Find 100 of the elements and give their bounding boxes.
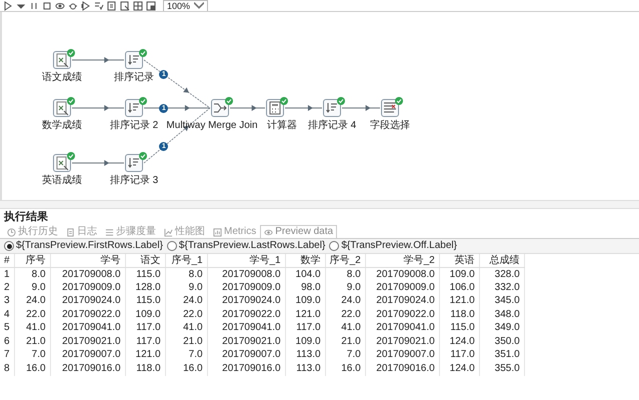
table-cell: 24.0 xyxy=(325,294,366,308)
table-cell: 24.0 xyxy=(165,294,208,308)
table-cell: 106.0 xyxy=(439,281,480,294)
bar-chart-icon xyxy=(213,228,222,236)
table-cell: 115.0 xyxy=(439,322,480,335)
table-cell: 109.0 xyxy=(285,335,326,348)
table-cell: 328.0 xyxy=(479,268,524,281)
table-cell: 118.0 xyxy=(439,308,480,322)
sort-list-icon[interactable] xyxy=(125,154,143,172)
table-cell: 16.0 xyxy=(165,362,208,376)
column-header[interactable]: 语文 xyxy=(125,254,166,268)
table-cell: 109.0 xyxy=(439,268,480,281)
step-label: 排序记录 xyxy=(114,72,154,84)
table-cell: 201709009.0 xyxy=(365,281,440,294)
table-cell: 201709008.0 xyxy=(50,268,126,281)
table-cell: 124.0 xyxy=(439,362,480,376)
table-cell: 201709007.0 xyxy=(207,348,286,362)
table-cell: 201709021.0 xyxy=(207,335,286,348)
table-cell: 201709008.0 xyxy=(207,268,286,281)
grid-icon[interactable] xyxy=(133,0,143,10)
radio-option[interactable]: ${TransPreview.LastRows.Label} xyxy=(166,240,326,252)
table-cell: 9.0 xyxy=(14,281,50,294)
table-cell: 117.0 xyxy=(439,348,480,362)
table-cell: 332.0 xyxy=(479,281,524,294)
run-icon[interactable] xyxy=(3,0,13,10)
table-cell: 121.0 xyxy=(439,294,480,308)
table-cell: 121.0 xyxy=(285,308,326,322)
table-cell: 201709024.0 xyxy=(50,294,126,308)
column-header[interactable]: 英语 xyxy=(439,254,480,268)
table-cell: 350.0 xyxy=(479,335,524,348)
table-cell: 201709007.0 xyxy=(365,348,440,362)
line-chart-icon xyxy=(164,228,173,236)
table-cell: 16.0 xyxy=(14,362,50,376)
table-cell: 41.0 xyxy=(165,322,208,335)
column-header[interactable]: # xyxy=(0,254,14,268)
spreadsheet-file-icon[interactable] xyxy=(53,154,71,172)
sort-list-icon[interactable] xyxy=(125,99,143,117)
table-cell: 109.0 xyxy=(125,308,166,322)
table-cell: 7.0 xyxy=(165,348,208,362)
table-cell: 115.0 xyxy=(125,268,166,281)
panel-title: 执行结果 xyxy=(2,210,49,225)
table-cell: 9.0 xyxy=(165,281,208,294)
table-cell: 201709041.0 xyxy=(50,322,126,335)
table-cell: 201709009.0 xyxy=(50,281,126,294)
row-number: 6 xyxy=(0,335,14,348)
table-cell: 201709041.0 xyxy=(365,322,440,335)
table-cell: 8.0 xyxy=(165,268,208,281)
hop-arrow xyxy=(72,105,124,111)
horizontal-scrollbar[interactable] xyxy=(0,200,639,209)
radio-option[interactable]: ${TransPreview.FirstRows.Label} xyxy=(4,240,163,252)
table-cell: 128.0 xyxy=(125,281,166,294)
replay-icon[interactable] xyxy=(81,0,91,10)
table-cell: 355.0 xyxy=(479,362,524,376)
step-label: 英语成绩 xyxy=(42,175,82,187)
row-number: 2 xyxy=(0,281,14,294)
spreadsheet-file-icon[interactable] xyxy=(53,51,71,69)
column-header[interactable]: 序号_1 xyxy=(165,254,208,268)
step-label: Multiway Merge Join xyxy=(166,120,258,132)
table-cell: 22.0 xyxy=(14,308,50,322)
column-header[interactable]: 数学 xyxy=(285,254,326,268)
row-number: 1 xyxy=(0,268,14,281)
table-cell: 98.0 xyxy=(285,281,326,294)
step-label: 排序记录 3 xyxy=(110,175,158,187)
table-cell: 8.0 xyxy=(14,268,50,281)
step-label: 数学成绩 xyxy=(42,120,82,132)
table-cell: 104.0 xyxy=(285,268,326,281)
table-cell: 201709022.0 xyxy=(207,308,286,322)
radio-option[interactable]: ${TransPreview.Off.Label} xyxy=(329,240,457,252)
table-cell: 22.0 xyxy=(325,308,366,322)
table-cell: 7.0 xyxy=(14,348,50,362)
calculator-icon[interactable] xyxy=(266,99,284,117)
row-number: 4 xyxy=(0,308,14,322)
column-header[interactable]: 序号_2 xyxy=(325,254,366,268)
table-cell: 21.0 xyxy=(14,335,50,348)
column-header[interactable]: 学号 xyxy=(50,254,126,268)
stop-icon[interactable] xyxy=(42,0,52,10)
log-icon xyxy=(66,228,75,236)
column-header[interactable]: 学号_2 xyxy=(365,254,440,268)
column-header[interactable]: 序号 xyxy=(14,254,50,268)
pause-icon[interactable] xyxy=(29,0,39,10)
sort-list-icon[interactable] xyxy=(125,51,143,69)
table-cell: 115.0 xyxy=(125,294,166,308)
field-list-icon[interactable] xyxy=(381,99,399,117)
table-cell: 113.0 xyxy=(285,362,326,376)
table-cell: 121.0 xyxy=(125,348,166,362)
table-cell: 201709024.0 xyxy=(365,294,440,308)
results-tab[interactable]: Preview data xyxy=(260,225,338,238)
column-header[interactable]: 总成绩 xyxy=(479,254,524,268)
sort-list-icon[interactable] xyxy=(323,99,341,117)
eye-icon[interactable] xyxy=(55,0,65,10)
table-cell: 8.0 xyxy=(325,268,366,281)
check-icon[interactable] xyxy=(94,0,104,10)
layout-icon[interactable] xyxy=(146,0,156,10)
table-cell: 201709009.0 xyxy=(207,281,286,294)
spreadsheet-file-icon[interactable] xyxy=(53,99,71,117)
row-number: 7 xyxy=(0,348,14,362)
merge-icon[interactable] xyxy=(211,99,229,117)
zoom-dropdown[interactable]: 100% xyxy=(163,0,208,11)
table-cell: 124.0 xyxy=(439,335,480,348)
column-header[interactable]: 学号_1 xyxy=(207,254,286,268)
